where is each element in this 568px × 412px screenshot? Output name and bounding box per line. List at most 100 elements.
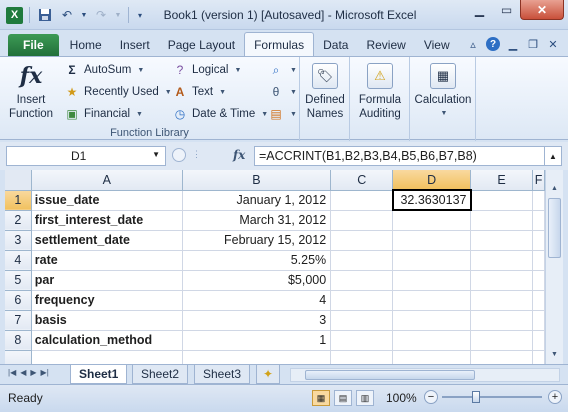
help-icon[interactable]: ? bbox=[486, 37, 500, 51]
cell[interactable] bbox=[470, 230, 534, 251]
text-button[interactable]: A Text ▼ bbox=[172, 82, 226, 102]
cell-a3[interactable]: settlement_date bbox=[31, 230, 183, 251]
cell-a2[interactable]: first_interest_date bbox=[31, 210, 183, 231]
cell-a4[interactable]: rate bbox=[31, 250, 183, 271]
sheet-tab-sheet3[interactable]: Sheet3 bbox=[194, 365, 251, 384]
more-functions-button[interactable]: ▤ ▼ bbox=[268, 104, 297, 124]
cell[interactable] bbox=[470, 310, 534, 331]
cell[interactable] bbox=[330, 210, 394, 231]
cell[interactable] bbox=[330, 230, 394, 251]
cell-a7[interactable]: basis bbox=[31, 310, 183, 331]
row-header[interactable]: 7 bbox=[5, 310, 32, 331]
defined-names-button[interactable]: 🏷 Defined Names bbox=[302, 61, 348, 121]
column-header-e[interactable]: E bbox=[470, 170, 534, 191]
cell[interactable] bbox=[470, 250, 534, 271]
column-header-d[interactable]: D bbox=[392, 170, 471, 191]
cell[interactable] bbox=[532, 350, 545, 364]
sheet-tab-sheet2[interactable]: Sheet2 bbox=[132, 365, 189, 384]
autosum-button[interactable]: Σ AutoSum ▼ bbox=[64, 60, 144, 80]
chevron-down-icon[interactable]: ▼ bbox=[152, 150, 160, 159]
lookup-reference-button[interactable]: ⌕ ▼ bbox=[268, 60, 297, 80]
save-icon[interactable] bbox=[36, 6, 54, 24]
date-time-button[interactable]: ◷ Date & Time ▼ bbox=[172, 104, 268, 124]
first-sheet-icon[interactable]: |◀ bbox=[8, 368, 16, 377]
cell[interactable] bbox=[392, 210, 471, 231]
cell[interactable] bbox=[532, 250, 545, 271]
zoom-out-icon[interactable]: − bbox=[424, 390, 438, 404]
cell[interactable] bbox=[470, 270, 534, 291]
cell-b2[interactable]: March 31, 2012 bbox=[182, 210, 332, 231]
row-header[interactable]: 8 bbox=[5, 330, 32, 351]
cell[interactable] bbox=[392, 350, 471, 364]
cell-c1[interactable] bbox=[330, 190, 394, 211]
horizontal-scroll-thumb[interactable] bbox=[305, 370, 475, 380]
tab-home[interactable]: Home bbox=[61, 34, 111, 56]
doc-restore-icon[interactable]: ❐ bbox=[526, 37, 540, 51]
redo-dropdown-icon[interactable]: ▼ bbox=[114, 6, 122, 24]
recently-used-button[interactable]: ★ Recently Used ▼ bbox=[64, 82, 172, 102]
undo-dropdown-icon[interactable]: ▼ bbox=[80, 6, 88, 24]
cell[interactable] bbox=[470, 210, 534, 231]
cell[interactable] bbox=[392, 330, 471, 351]
normal-view-icon[interactable]: ▦ bbox=[312, 390, 330, 406]
cell-b7[interactable]: 3 bbox=[182, 310, 332, 331]
cell[interactable] bbox=[532, 310, 545, 331]
tab-file[interactable]: File bbox=[8, 34, 59, 56]
next-sheet-icon[interactable]: ▶ bbox=[30, 368, 36, 377]
column-header-a[interactable]: A bbox=[31, 170, 183, 191]
tab-insert[interactable]: Insert bbox=[111, 34, 159, 56]
cell-f1[interactable] bbox=[532, 190, 545, 211]
cell[interactable] bbox=[330, 270, 394, 291]
column-header-c[interactable]: C bbox=[330, 170, 394, 191]
financial-button[interactable]: ▣ Financial ▼ bbox=[64, 104, 143, 124]
name-box[interactable]: D1 ▼ bbox=[6, 146, 166, 166]
cell[interactable] bbox=[470, 350, 534, 364]
row-header[interactable] bbox=[5, 350, 32, 364]
tab-formulas[interactable]: Formulas bbox=[244, 32, 315, 56]
cell-a6[interactable]: frequency bbox=[31, 290, 183, 311]
scroll-up-icon[interactable]: ▲ bbox=[548, 182, 561, 195]
column-header-f[interactable]: F bbox=[532, 170, 545, 191]
horizontal-scrollbar[interactable] bbox=[290, 368, 560, 382]
cell[interactable] bbox=[392, 230, 471, 251]
cell-a1[interactable]: issue_date bbox=[31, 190, 183, 211]
cell-b5[interactable]: $5,000 bbox=[182, 270, 332, 291]
maximize-button[interactable]: ▭ bbox=[493, 0, 520, 20]
cell[interactable] bbox=[330, 330, 394, 351]
cell-b1[interactable]: January 1, 2012 bbox=[182, 190, 332, 211]
page-break-view-icon[interactable]: ▥ bbox=[356, 390, 374, 406]
cell[interactable] bbox=[330, 310, 394, 331]
select-all-corner[interactable] bbox=[5, 170, 32, 191]
minimize-button[interactable]: ▁ bbox=[466, 0, 493, 20]
cell-a8[interactable]: calculation_method bbox=[31, 330, 183, 351]
zoom-level[interactable]: 100% bbox=[386, 391, 417, 405]
formula-bar-resize-icon[interactable]: ⋮ bbox=[192, 149, 201, 160]
undo-icon[interactable]: ↶ bbox=[58, 6, 76, 24]
doc-close-icon[interactable]: ✕ bbox=[546, 37, 560, 51]
cell[interactable] bbox=[532, 290, 545, 311]
column-header-b[interactable]: B bbox=[182, 170, 332, 191]
row-header[interactable]: 1 bbox=[5, 190, 32, 211]
prev-sheet-icon[interactable]: ◀ bbox=[20, 368, 26, 377]
doc-minimize-icon[interactable]: ▁ bbox=[506, 37, 520, 51]
tab-page-layout[interactable]: Page Layout bbox=[159, 34, 244, 56]
cell-b6[interactable]: 4 bbox=[182, 290, 332, 311]
cell[interactable] bbox=[392, 290, 471, 311]
insert-sheet-icon[interactable]: ✦ bbox=[256, 365, 280, 384]
row-header[interactable]: 4 bbox=[5, 250, 32, 271]
zoom-in-icon[interactable]: + bbox=[548, 390, 562, 404]
zoom-slider-knob[interactable] bbox=[472, 391, 480, 403]
row-header[interactable]: 5 bbox=[5, 270, 32, 291]
last-sheet-icon[interactable]: ▶| bbox=[41, 368, 49, 377]
redo-icon[interactable]: ↷ bbox=[92, 6, 110, 24]
vertical-scrollbar[interactable]: ▲ ▼ bbox=[545, 170, 563, 364]
cell[interactable] bbox=[532, 330, 545, 351]
row-header[interactable]: 2 bbox=[5, 210, 32, 231]
math-trig-button[interactable]: θ ▼ bbox=[268, 82, 297, 102]
row-header[interactable]: 3 bbox=[5, 230, 32, 251]
cell[interactable] bbox=[392, 270, 471, 291]
excel-app-icon[interactable]: X bbox=[6, 6, 23, 24]
cell-b8[interactable]: 1 bbox=[182, 330, 332, 351]
cell-b4[interactable]: 5.25% bbox=[182, 250, 332, 271]
vertical-scroll-thumb[interactable] bbox=[548, 198, 561, 258]
